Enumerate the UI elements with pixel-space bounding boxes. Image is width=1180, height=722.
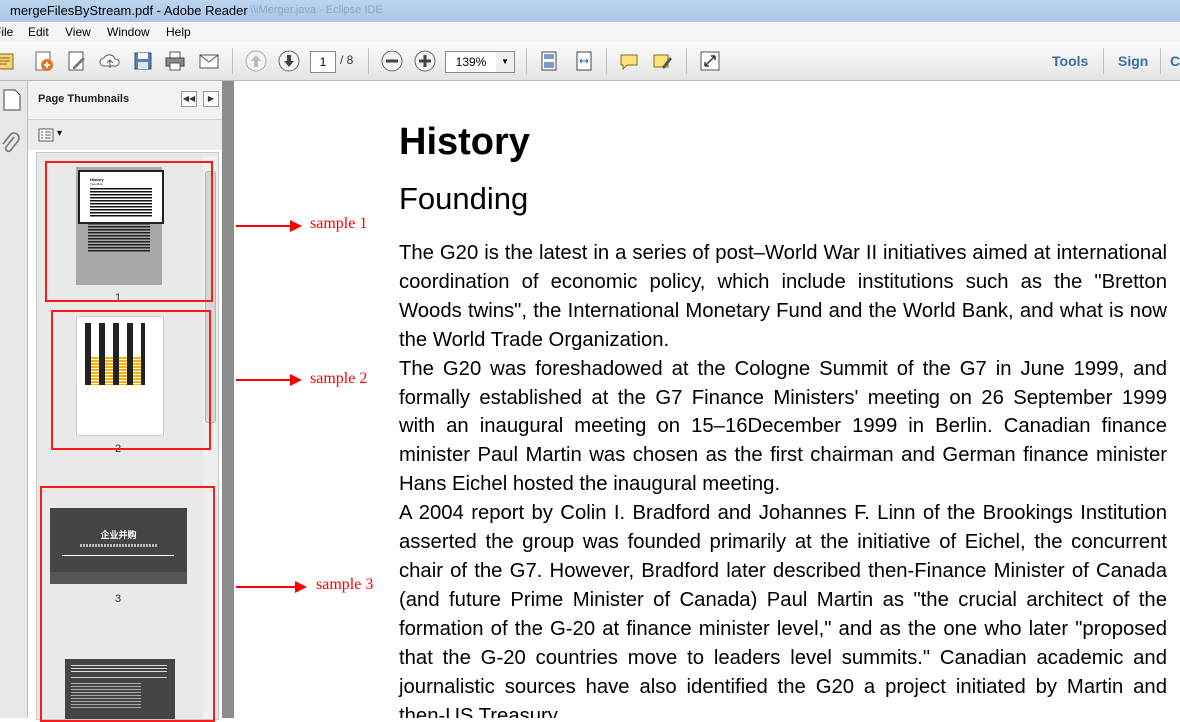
thumbnails-title: Page Thumbnails (38, 93, 130, 105)
toolbar-separator (1103, 48, 1104, 74)
sample-3-arrowhead (295, 581, 307, 593)
document-subheading: Founding (399, 181, 529, 216)
toolbar-separator (686, 48, 687, 74)
toolbar-separator (1160, 48, 1161, 74)
menu-file[interactable]: File (0, 25, 13, 39)
comment-button[interactable]: C (1170, 53, 1180, 69)
thumbnails-toolbar: ▾ (28, 120, 222, 150)
zoom-level-input[interactable]: 139% (445, 51, 497, 73)
toolbar-separator (526, 48, 527, 74)
print-icon[interactable] (163, 49, 187, 73)
fit-width-icon[interactable] (572, 49, 596, 73)
menu-edit[interactable]: Edit (28, 25, 49, 39)
document-heading: History (399, 121, 530, 163)
cloud-upload-icon[interactable] (98, 49, 122, 73)
fullscreen-icon[interactable] (698, 49, 722, 73)
sample-2-label: sample 2 (310, 370, 368, 387)
navigation-pane-strip (0, 81, 28, 718)
paragraph: A 2004 report by Colin I. Bradford and J… (399, 502, 1167, 718)
page-number-input[interactable]: 1 (310, 51, 336, 73)
open-icon[interactable] (0, 49, 18, 73)
collapse-panel-button[interactable]: ◀◀ (181, 91, 197, 107)
thumbnails-header: Page Thumbnails ◀◀ ▶ (28, 81, 222, 120)
sample-1-label: sample 1 (310, 215, 368, 232)
menu-window[interactable]: Window (107, 25, 150, 39)
sample-1-highlight-box (45, 161, 213, 302)
sign-button[interactable]: Sign (1118, 53, 1148, 69)
save-icon[interactable] (131, 49, 155, 73)
sample-3-highlight-box (40, 486, 215, 722)
thumbnail-options-arrow[interactable]: ▾ (57, 128, 62, 139)
sample-3-arrow (236, 586, 296, 588)
fit-page-icon[interactable] (537, 49, 561, 73)
prev-page-icon[interactable] (244, 49, 268, 73)
menu-bar: File Edit View Window Help (0, 22, 1180, 42)
title-bar: mergeFilesByStream.pdf - Adobe Reader \\… (0, 0, 1180, 22)
document-view[interactable]: History Founding The G20 is the latest i… (234, 81, 1180, 718)
thumbnail-options-icon[interactable] (38, 128, 54, 147)
paragraph: The G20 is the latest in a series of pos… (399, 242, 1167, 351)
zoom-out-icon[interactable] (380, 49, 404, 73)
toolbar: 1 / 8 139% ▼ Tools Sign C (0, 42, 1180, 81)
expand-panel-button[interactable]: ▶ (203, 91, 219, 107)
pane-splitter[interactable] (222, 81, 234, 718)
document-body: The G20 is the latest in a series of pos… (399, 239, 1167, 718)
sample-2-arrow (236, 379, 291, 381)
toolbar-separator (232, 48, 233, 74)
page-thumbnails-icon[interactable] (3, 89, 21, 116)
zoom-dropdown-button[interactable]: ▼ (496, 51, 515, 73)
window-title: mergeFilesByStream.pdf - Adobe Reader (10, 3, 248, 18)
paragraph: The G20 was foreshadowed at the Cologne … (399, 357, 1167, 496)
edit-icon[interactable] (65, 49, 89, 73)
comment-icon[interactable] (617, 49, 641, 73)
sample-1-arrow (236, 225, 291, 227)
highlight-icon[interactable] (650, 49, 674, 73)
email-icon[interactable] (197, 49, 221, 73)
create-pdf-icon[interactable] (32, 49, 56, 73)
toolbar-separator (368, 48, 369, 74)
background-window-title: \\iMerger.java - Eclipse IDE (250, 4, 383, 16)
sample-3-label: sample 3 (316, 576, 374, 593)
toolbar-separator (606, 48, 607, 74)
sample-2-highlight-box (51, 310, 211, 450)
zoom-in-icon[interactable] (413, 49, 437, 73)
page-count: / 8 (340, 53, 354, 67)
sample-1-arrowhead (290, 220, 302, 232)
next-page-icon[interactable] (277, 49, 301, 73)
attachments-icon[interactable] (0, 131, 20, 160)
sample-2-arrowhead (290, 374, 302, 386)
tools-button[interactable]: Tools (1052, 53, 1088, 69)
menu-view[interactable]: View (65, 25, 91, 39)
menu-help[interactable]: Help (166, 25, 191, 39)
